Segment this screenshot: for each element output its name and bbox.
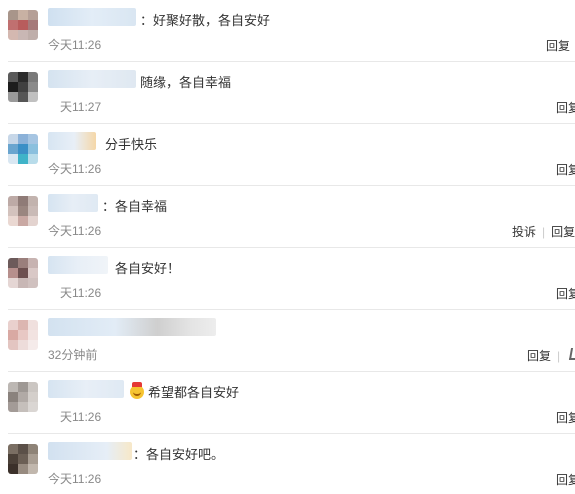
- avatar[interactable]: [8, 134, 38, 164]
- comment-time: 今天11:26: [48, 38, 102, 52]
- reply-button[interactable]: 回复: [551, 225, 575, 239]
- reply-button[interactable]: 回复: [556, 473, 575, 487]
- comment-actions: 回复: [556, 409, 575, 426]
- comment-text: 希望都各自安好: [130, 382, 239, 401]
- comment-time: 天11:27: [60, 100, 102, 114]
- comment-time: 32分钟前: [48, 348, 98, 362]
- comment-item: ：好聚好散，各自安好 今天11:26 回复: [0, 0, 575, 62]
- username-blurred[interactable]: [48, 318, 216, 336]
- comment-item: ：各自幸福 今天11:26 投诉 | 回复: [0, 186, 575, 248]
- action-divider: |: [557, 349, 561, 363]
- username-blurred[interactable]: [48, 194, 98, 212]
- username-blurred[interactable]: [48, 442, 132, 460]
- comment-time: 今天11:26: [48, 472, 102, 486]
- comment-item: 各自安好！ 天11:26 回复: [0, 248, 575, 310]
- reply-button[interactable]: 回复: [556, 163, 575, 177]
- comment-actions: 投诉 | 回复: [512, 223, 575, 240]
- comment-actions: 回复: [556, 99, 575, 116]
- username-blurred[interactable]: [48, 256, 108, 274]
- reply-button[interactable]: 回复: [556, 287, 575, 301]
- comment-time: 今天11:26: [48, 224, 102, 238]
- comment-item: 希望都各自安好 天11:26 回复: [0, 372, 575, 434]
- reply-button[interactable]: 回复: [556, 101, 575, 115]
- reply-button[interactable]: 回复: [556, 411, 575, 425]
- comment-text: 分手快乐: [105, 137, 158, 152]
- avatar[interactable]: [8, 258, 38, 288]
- comment-time: 天11:26: [60, 286, 102, 300]
- comment-actions: 回复: [556, 161, 575, 178]
- reply-button[interactable]: 回复: [546, 39, 570, 53]
- comment-text-content: 希望都各自安好: [148, 385, 240, 400]
- username-blurred[interactable]: [48, 70, 136, 88]
- username-blurred[interactable]: [48, 132, 96, 150]
- action-divider: |: [542, 225, 546, 239]
- avatar[interactable]: [8, 320, 38, 350]
- comment-item: 分手快乐 今天11:26 回复: [0, 124, 575, 186]
- comment-item: 32分钟前 回复 |: [0, 310, 575, 372]
- comment-actions: 回复 |: [527, 347, 575, 364]
- avatar[interactable]: [8, 382, 38, 412]
- comment-text: ：各自幸福: [102, 199, 168, 214]
- comment-actions: 回复: [556, 285, 575, 302]
- comment-actions: 回复: [556, 471, 575, 488]
- comment-text: ：各自安好吧。: [133, 447, 225, 462]
- avatar[interactable]: [8, 196, 38, 226]
- reply-button[interactable]: 回复: [527, 349, 551, 363]
- comment-time: 今天11:26: [48, 162, 102, 176]
- comment-item: 随缘，各自幸福 天11:27 回复: [0, 62, 575, 124]
- comment-actions: 回复: [546, 37, 570, 54]
- report-button[interactable]: 投诉: [512, 225, 536, 239]
- comment-item: ：各自安好吧。 今天11:26 回复: [0, 434, 575, 494]
- crown-smile-emoji-icon: [130, 382, 144, 399]
- username-blurred[interactable]: [48, 8, 136, 26]
- avatar[interactable]: [8, 444, 38, 474]
- avatar[interactable]: [8, 10, 38, 40]
- username-blurred[interactable]: [48, 380, 124, 398]
- like-icon[interactable]: [569, 348, 575, 360]
- comment-text: ：好聚好散，各自安好: [140, 13, 271, 28]
- comment-time: 天11:26: [60, 410, 102, 424]
- avatar[interactable]: [8, 72, 38, 102]
- comment-text: 随缘，各自幸福: [140, 75, 232, 90]
- comment-text: 各自安好！: [115, 261, 181, 276]
